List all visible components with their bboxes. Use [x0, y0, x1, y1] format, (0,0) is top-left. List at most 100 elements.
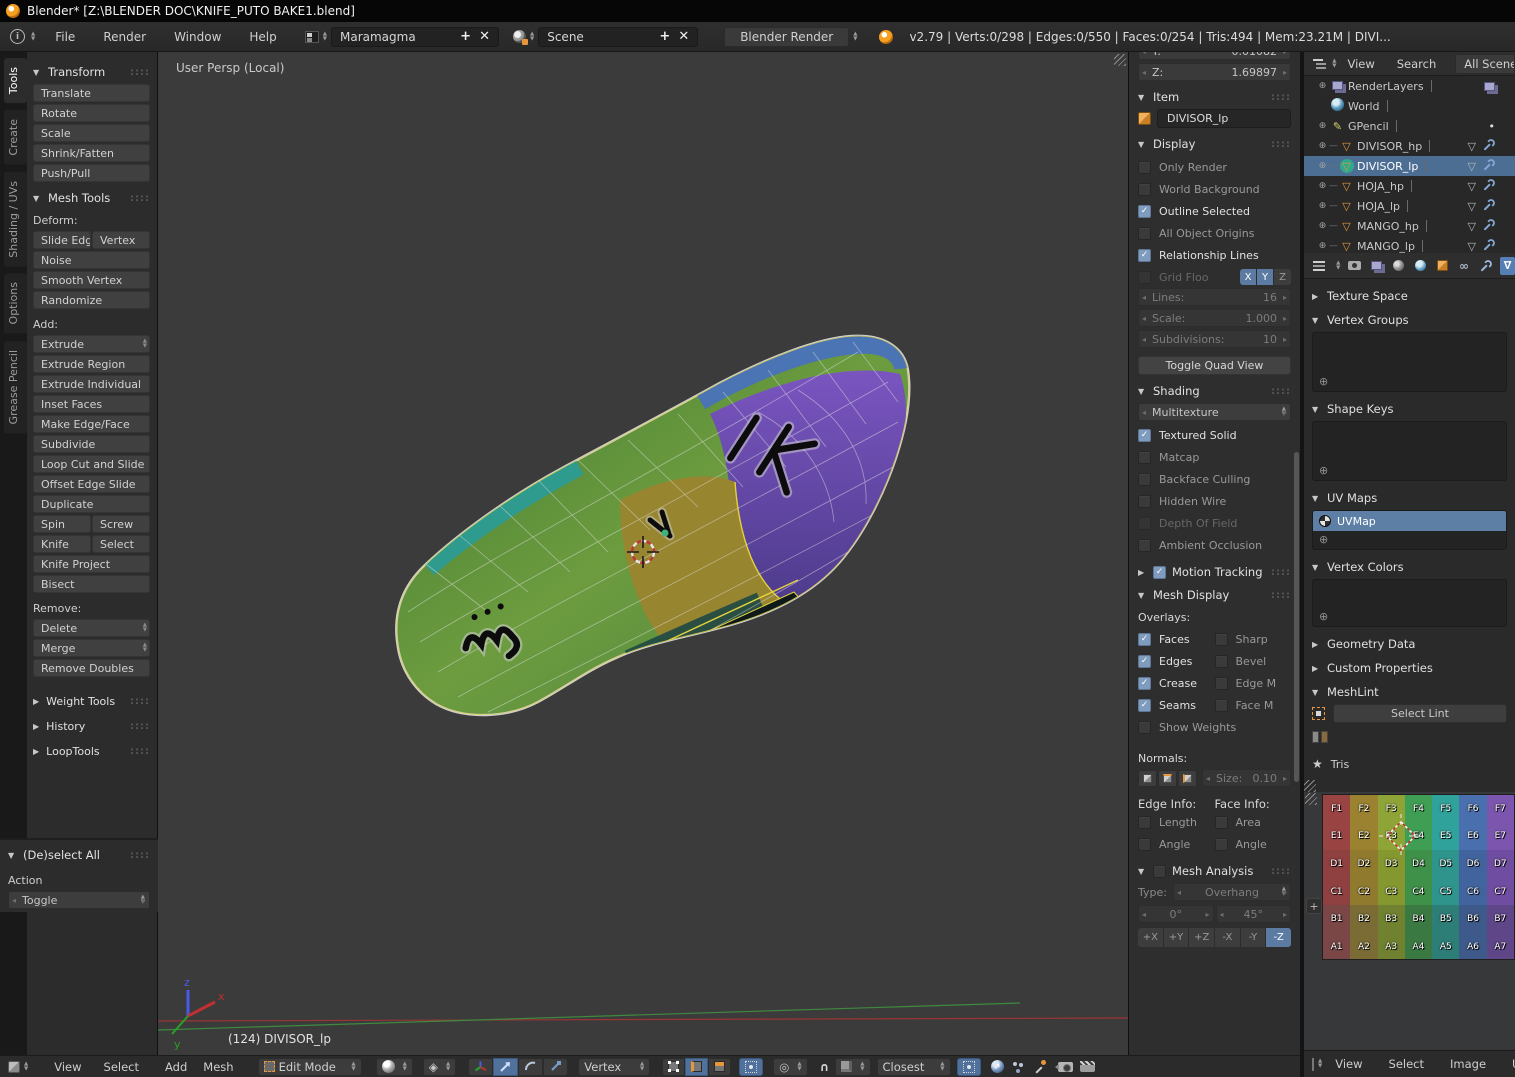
- checkbox-depth-of-field[interactable]: [1138, 517, 1151, 530]
- tool-button-subdivide[interactable]: Subdivide: [33, 435, 150, 453]
- analysis-type-select[interactable]: Overhang▲▼: [1173, 883, 1291, 901]
- image-menu-uvs[interactable]: UVs: [1499, 1057, 1515, 1071]
- checkbox-matcap[interactable]: [1138, 451, 1151, 464]
- transform-z-field[interactable]: Z:1.69897: [1138, 63, 1291, 81]
- palette-cell-e6[interactable]: E6: [1459, 823, 1486, 851]
- panel-grip-icon[interactable]: [1271, 139, 1291, 150]
- tool-button-duplicate[interactable]: Duplicate: [33, 495, 150, 513]
- expand-icon[interactable]: ⊕: [1316, 181, 1329, 191]
- expand-icon[interactable]: ⊕: [1316, 241, 1329, 251]
- palette-cell-c5[interactable]: C5: [1432, 878, 1459, 906]
- panel-header-vertex-groups[interactable]: ▼Vertex Groups: [1312, 313, 1507, 327]
- snap-peel-icon[interactable]: [1012, 1060, 1025, 1073]
- outliner-menu-search[interactable]: Search: [1386, 57, 1448, 71]
- palette-cell-c4[interactable]: C4: [1405, 878, 1432, 906]
- panel-grip-icon[interactable]: [1271, 590, 1291, 601]
- tool-button-scale[interactable]: Scale: [33, 124, 150, 142]
- checkbox-sharp[interactable]: [1215, 633, 1228, 646]
- viewport-editor-type-button[interactable]: ▲▼: [8, 1061, 28, 1073]
- toolshelf-tab-tools[interactable]: Tools: [4, 58, 27, 103]
- tool-button-remove-doubles[interactable]: Remove Doubles: [33, 659, 150, 677]
- opengl-render-anim-icon[interactable]: [1080, 1061, 1095, 1072]
- panel-header-texture-space[interactable]: ▶Texture Space: [1312, 289, 1507, 303]
- expand-icon[interactable]: ⊕: [1316, 81, 1329, 91]
- scene-field[interactable]: Scene + ✕: [538, 27, 698, 47]
- scale-slider[interactable]: Scale:1.000: [1138, 309, 1291, 327]
- add-menu[interactable]: Add: [165, 1060, 187, 1074]
- palette-cell-d4[interactable]: D4: [1405, 850, 1432, 878]
- palette-cell-e1[interactable]: E1: [1323, 823, 1350, 851]
- snap-self-button[interactable]: [957, 1058, 981, 1076]
- snap-element-select[interactable]: ▲▼: [835, 1058, 870, 1076]
- panel-header-shading[interactable]: ▼Shading: [1138, 384, 1291, 398]
- shape-keys-list[interactable]: ⊕: [1312, 421, 1507, 481]
- close-scene-button[interactable]: ✕: [678, 29, 689, 44]
- tool-button-knife[interactable]: Knife: [33, 535, 91, 553]
- screen-layout-icon[interactable]: [305, 31, 319, 43]
- outliner-item-hoja-lp[interactable]: ⊕—▽HOJA_lp▽: [1304, 196, 1515, 216]
- wrench-icon[interactable]: [1483, 159, 1495, 174]
- snap-normal-icon[interactable]: ↗: [991, 1060, 1004, 1073]
- checkbox-face-m[interactable]: [1215, 699, 1228, 712]
- opengl-render-icon[interactable]: [1058, 1062, 1073, 1072]
- tab-world[interactable]: [1413, 257, 1428, 275]
- 3d-viewport[interactable]: z x y User Persp (Local) (124) DIVISOR_l…: [158, 52, 1128, 1055]
- action-select[interactable]: Toggle▲▼: [8, 891, 150, 909]
- vertex-groups-list[interactable]: ⊕: [1312, 332, 1507, 392]
- outliner-item-mango-hp[interactable]: ⊕—▽MANGO_hp▽: [1304, 216, 1515, 236]
- toggle-z[interactable]: +Z: [1189, 928, 1215, 947]
- palette-cell-e2[interactable]: E2: [1350, 823, 1377, 851]
- outliner-item-renderlayers[interactable]: ⊕RenderLayers: [1304, 76, 1515, 96]
- outliner-item-mango-lp[interactable]: ⊕—▽MANGO_lp▽: [1304, 236, 1515, 253]
- mesh-data-icon[interactable]: ▽: [1468, 220, 1476, 233]
- wrench-icon[interactable]: [1483, 199, 1495, 214]
- translate-manipulator-button[interactable]: [493, 1058, 518, 1076]
- palette-cell-f2[interactable]: F2: [1350, 795, 1377, 823]
- checkbox-faces[interactable]: [1138, 633, 1151, 646]
- expand-icon[interactable]: ⊕: [1316, 221, 1329, 231]
- image-menu-image[interactable]: Image: [1437, 1057, 1499, 1071]
- tool-button-push-pull[interactable]: Push/Pull: [33, 164, 150, 182]
- panel-header-mesh-tools[interactable]: ▼Mesh Tools: [33, 191, 150, 205]
- mesh-data-icon[interactable]: ▽: [1468, 160, 1476, 173]
- outliner-scope-select[interactable]: All Scenes: [1455, 54, 1515, 74]
- lint-option-icon[interactable]: [1312, 731, 1319, 743]
- mesh-data-icon[interactable]: ▽: [1468, 140, 1476, 153]
- palette-cell-d1[interactable]: D1: [1323, 850, 1350, 878]
- tool-button-vertex[interactable]: Vertex: [92, 231, 150, 249]
- face-normals-toggle[interactable]: [1178, 770, 1197, 787]
- panel-grip-icon[interactable]: [130, 746, 150, 757]
- palette-cell-c7[interactable]: C7: [1487, 878, 1514, 906]
- checkbox-hidden-wire[interactable]: [1138, 495, 1151, 508]
- tool-button-shrink-fatten[interactable]: Shrink/Fatten: [33, 144, 150, 162]
- panel-grip-icon[interactable]: [130, 193, 150, 204]
- menu-window[interactable]: Window: [160, 30, 235, 44]
- palette-cell-f5[interactable]: F5: [1432, 795, 1459, 823]
- view-menu[interactable]: View: [54, 1060, 81, 1074]
- analysis-min-slider[interactable]: 0°: [1138, 905, 1214, 923]
- menu-file[interactable]: File: [41, 30, 89, 44]
- wrench-icon[interactable]: [1483, 139, 1495, 154]
- palette-cell-b4[interactable]: B4: [1405, 905, 1432, 933]
- palette-cell-c6[interactable]: C6: [1459, 878, 1486, 906]
- panel-header-geometry-data[interactable]: ▶Geometry Data: [1312, 637, 1507, 651]
- tool-button-select[interactable]: Select: [92, 535, 150, 553]
- mode-select[interactable]: Edit Mode▲▼: [258, 1058, 362, 1076]
- panel-header-uv-maps[interactable]: ▼UV Maps: [1312, 491, 1507, 505]
- checkbox-all-object-origins[interactable]: [1138, 227, 1151, 240]
- panel-header-mesh-analysis[interactable]: ▼Mesh Analysis: [1138, 864, 1291, 878]
- checkbox-angle[interactable]: [1138, 838, 1151, 851]
- palette-cell-a1[interactable]: A1: [1323, 933, 1350, 960]
- outliner-item-gpencil[interactable]: ⊕✎GPencil•: [1304, 116, 1515, 136]
- palette-cell-a6[interactable]: A6: [1459, 933, 1486, 960]
- properties-editor-icon[interactable]: [1312, 260, 1325, 272]
- palette-cell-d6[interactable]: D6: [1459, 850, 1486, 878]
- select-menu[interactable]: Select: [104, 1060, 139, 1074]
- palette-cell-f7[interactable]: F7: [1487, 795, 1514, 823]
- checkbox-only-render[interactable]: [1138, 161, 1151, 174]
- palette-cell-a5[interactable]: A5: [1432, 933, 1459, 960]
- checkbox-seams[interactable]: [1138, 699, 1151, 712]
- checkbox-world-background[interactable]: [1138, 183, 1151, 196]
- close-layout-button[interactable]: ✕: [479, 29, 490, 44]
- panel-header-display[interactable]: ▼Display: [1138, 137, 1291, 151]
